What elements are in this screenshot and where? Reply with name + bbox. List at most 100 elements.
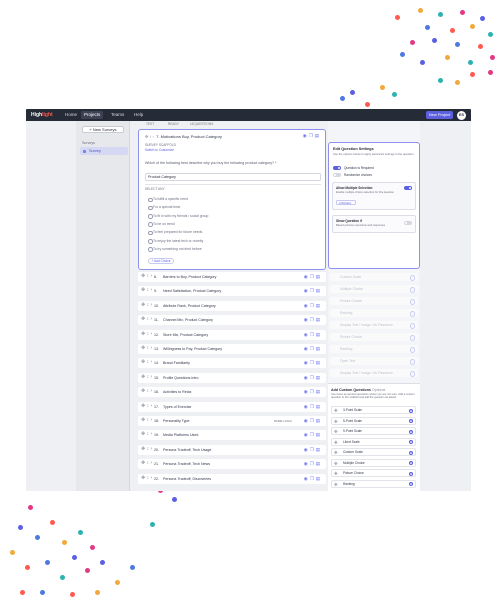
drag-handle-icon[interactable]: ✥ ↕ › <box>141 273 152 279</box>
question-row[interactable]: ✥ ↕ › 22. Persona Tradeoff, Discoveries ◉❐▤ <box>138 473 326 484</box>
trash-icon[interactable]: ▤ <box>316 274 322 279</box>
nav-projects[interactable]: Projects <box>81 111 104 119</box>
custom-question-item[interactable]: ✥ Ranking + <box>331 479 416 489</box>
sidebar-item-survey[interactable]: Survey <box>80 147 128 155</box>
row-actions[interactable]: ◉❐▤ <box>304 476 322 482</box>
avatar[interactable]: ES <box>457 110 466 120</box>
trash-icon[interactable]: ▤ <box>316 404 322 409</box>
trash-icon[interactable]: ▤ <box>315 133 321 138</box>
choice-option[interactable]: For a special treat <box>148 204 318 211</box>
add-icon[interactable]: + <box>409 450 413 455</box>
question-row[interactable]: ✥ ↕ › 16. Activities to Relax ◉❐▤ <box>138 387 326 398</box>
row-actions[interactable]: ◉❐▤ <box>304 317 322 323</box>
row-actions[interactable]: ◉❐▤ <box>304 274 322 280</box>
question-row[interactable]: ✥ ↕ › 20. Persona Tradeoff, Tech Usage ◉❐▤ <box>138 444 326 455</box>
choice-option[interactable]: To feel prepared for future needs <box>148 229 318 236</box>
row-actions[interactable]: ◉❐▤ <box>304 389 322 395</box>
drag-handle-icon[interactable]: ✥ ↕ › <box>141 431 152 437</box>
question-row[interactable]: ✥ ↕ › 13. Willingness to Pay, Product Cate… <box>138 344 326 354</box>
row-actions[interactable]: ◉❐▤ <box>304 346 322 352</box>
add-icon[interactable]: + <box>409 461 413 465</box>
drag-handle-icon[interactable]: ✥ ↕ › <box>141 359 152 365</box>
drag-handle-icon[interactable]: ✥ <box>334 481 338 489</box>
drag-handle-icon[interactable]: ✥ ↕ › <box>141 417 152 423</box>
selection-limit-select[interactable]: Unlimited <box>336 200 356 205</box>
trash-icon[interactable]: ▤ <box>316 303 322 308</box>
custom-question-item[interactable]: ✥ Multiple Choice + <box>331 458 416 468</box>
active-question-card[interactable]: ✥ ↕ › 7. Motivations Buy, Product Catego… <box>138 129 326 270</box>
nav-teams[interactable]: Teams <box>108 111 127 119</box>
row-actions[interactable]: ◉❐▤ <box>304 432 322 438</box>
drag-handle-icon[interactable]: ✥ ↕ › <box>141 446 152 452</box>
drag-handle-icon[interactable]: ✥ <box>334 428 338 436</box>
drag-handle-icon[interactable]: ✥ <box>334 449 338 457</box>
new-project-button[interactable]: New Project <box>426 111 453 119</box>
drag-handle-icon[interactable]: ✥ <box>334 439 338 447</box>
question-row[interactable]: ✥ ↕ › 8. Barriers to Buy, Product Category… <box>138 272 326 282</box>
nav-help[interactable]: Help <box>131 111 146 119</box>
trash-icon[interactable]: ▤ <box>316 432 322 437</box>
drag-handle-icon[interactable]: ✥ ↕ › <box>141 331 152 337</box>
trash-icon[interactable]: ▤ <box>316 360 322 365</box>
choice-option[interactable]: To enjoy the latest tech or novelty <box>148 238 318 244</box>
add-icon[interactable]: + <box>409 471 413 476</box>
question-row[interactable]: ✥ ↕ › 17. Types of Exercise ◉❐▤ <box>138 401 326 412</box>
question-row[interactable]: ✥ ↕ › 11. Channel Mix, Product Category ◉❐▤ <box>138 315 326 326</box>
trash-icon[interactable]: ▤ <box>316 375 322 380</box>
question-row[interactable]: ✥ ↕ › 9. Need Satisfaction, Product Catego… <box>138 286 326 297</box>
row-actions[interactable]: ◉❐▤ <box>304 461 322 467</box>
trash-icon[interactable]: ▤ <box>316 288 322 293</box>
required-toggle[interactable] <box>333 166 341 170</box>
answer-input[interactable]: Product Category <box>145 173 321 181</box>
choice-option[interactable]: To fulfill a specific need <box>148 196 318 203</box>
add-icon[interactable]: + <box>409 408 413 413</box>
question-row[interactable]: ✥ ↕ › 19. Media Platforms Used ◉❐▤ <box>138 430 326 441</box>
trash-icon[interactable]: ▤ <box>316 346 322 351</box>
question-row[interactable]: ✥ ↕ › 14. Brand Familiarity ◉❐▤ <box>138 358 326 369</box>
trash-icon[interactable]: ▤ <box>316 418 322 423</box>
custom-question-item[interactable]: ✥ 9-Point Scale + <box>331 427 416 435</box>
switch-customize-link[interactable]: Switch to Customize <box>145 148 174 152</box>
drag-handle-icon[interactable]: ✥ ↕ › <box>141 345 152 351</box>
question-row[interactable]: ✥ ↕ › 10. Attribute Rank, Product Category… <box>138 300 326 311</box>
nav-home[interactable]: Home <box>62 111 80 119</box>
trash-icon[interactable]: ▤ <box>316 389 322 394</box>
add-icon[interactable]: + <box>409 440 413 444</box>
drag-handle-icon[interactable]: ✥ ↕ › <box>141 475 152 481</box>
choice-option[interactable]: To try something not tried before <box>148 246 318 252</box>
multiple-selection-toggle[interactable] <box>404 186 412 190</box>
row-actions[interactable]: ◉❐▤ <box>304 303 322 309</box>
row-actions[interactable]: ◉❐▤ <box>304 332 322 338</box>
question-settings-popover[interactable]: Edit Question Settings Use the options b… <box>328 142 420 269</box>
choice-option[interactable]: To be on trend <box>148 221 318 227</box>
add-icon[interactable]: + <box>409 482 413 486</box>
row-actions[interactable]: ◉❐▤ <box>304 375 322 381</box>
randomize-toggle[interactable] <box>333 173 341 177</box>
trash-icon[interactable]: ▤ <box>316 476 322 481</box>
custom-question-item[interactable]: ✥ 5-Point Scale + <box>331 416 416 425</box>
question-row[interactable]: ✥ ↕ › 18. Personality Type MORE LOGIC ◉❐▤ <box>138 416 326 426</box>
add-choice-button[interactable]: + Add Choice <box>148 258 174 264</box>
drag-handle-icon[interactable]: ✥ ↕ › <box>141 460 152 466</box>
trash-icon[interactable]: ▤ <box>316 332 322 337</box>
question-actions[interactable]: ◉❐▤ <box>303 133 321 139</box>
custom-question-item[interactable]: ✥ 3-Point Scale + <box>331 406 416 414</box>
drag-handle-icon[interactable]: ✥ <box>334 407 338 415</box>
custom-question-item[interactable]: ✥ Likert Scale + <box>331 437 416 447</box>
question-row[interactable]: ✥ ↕ › 12. Store Mix, Product Category ◉❐▤ <box>138 329 326 340</box>
drag-handle-icon[interactable]: ✥ <box>334 460 338 468</box>
status-tab[interactable]: TEST <box>146 122 154 126</box>
question-row[interactable]: ✥ ↕ › 21. Persona Tradeoff, Tech News ◉❐▤ <box>138 459 326 470</box>
row-actions[interactable]: ◉❐▤ <box>304 360 322 366</box>
add-icon[interactable]: + <box>409 429 413 434</box>
trash-icon[interactable]: ▤ <box>316 447 322 452</box>
drag-handle-icon[interactable]: ✥ ↕ › <box>141 388 152 394</box>
custom-question-item[interactable]: ✥ Custom Scale + <box>331 448 416 456</box>
question-row[interactable]: ✥ ↕ › 15. Profile Questions Intro ◉❐▤ <box>138 372 326 383</box>
show-question-toggle[interactable] <box>404 221 412 225</box>
add-icon[interactable]: + <box>409 419 413 423</box>
trash-icon[interactable]: ▤ <box>316 317 322 322</box>
row-actions[interactable]: ◉❐▤ <box>304 418 322 424</box>
drag-handle-icon[interactable]: ✥ ↕ › <box>141 403 152 409</box>
drag-handle-icon[interactable]: ✥ ↕ › <box>141 374 152 380</box>
